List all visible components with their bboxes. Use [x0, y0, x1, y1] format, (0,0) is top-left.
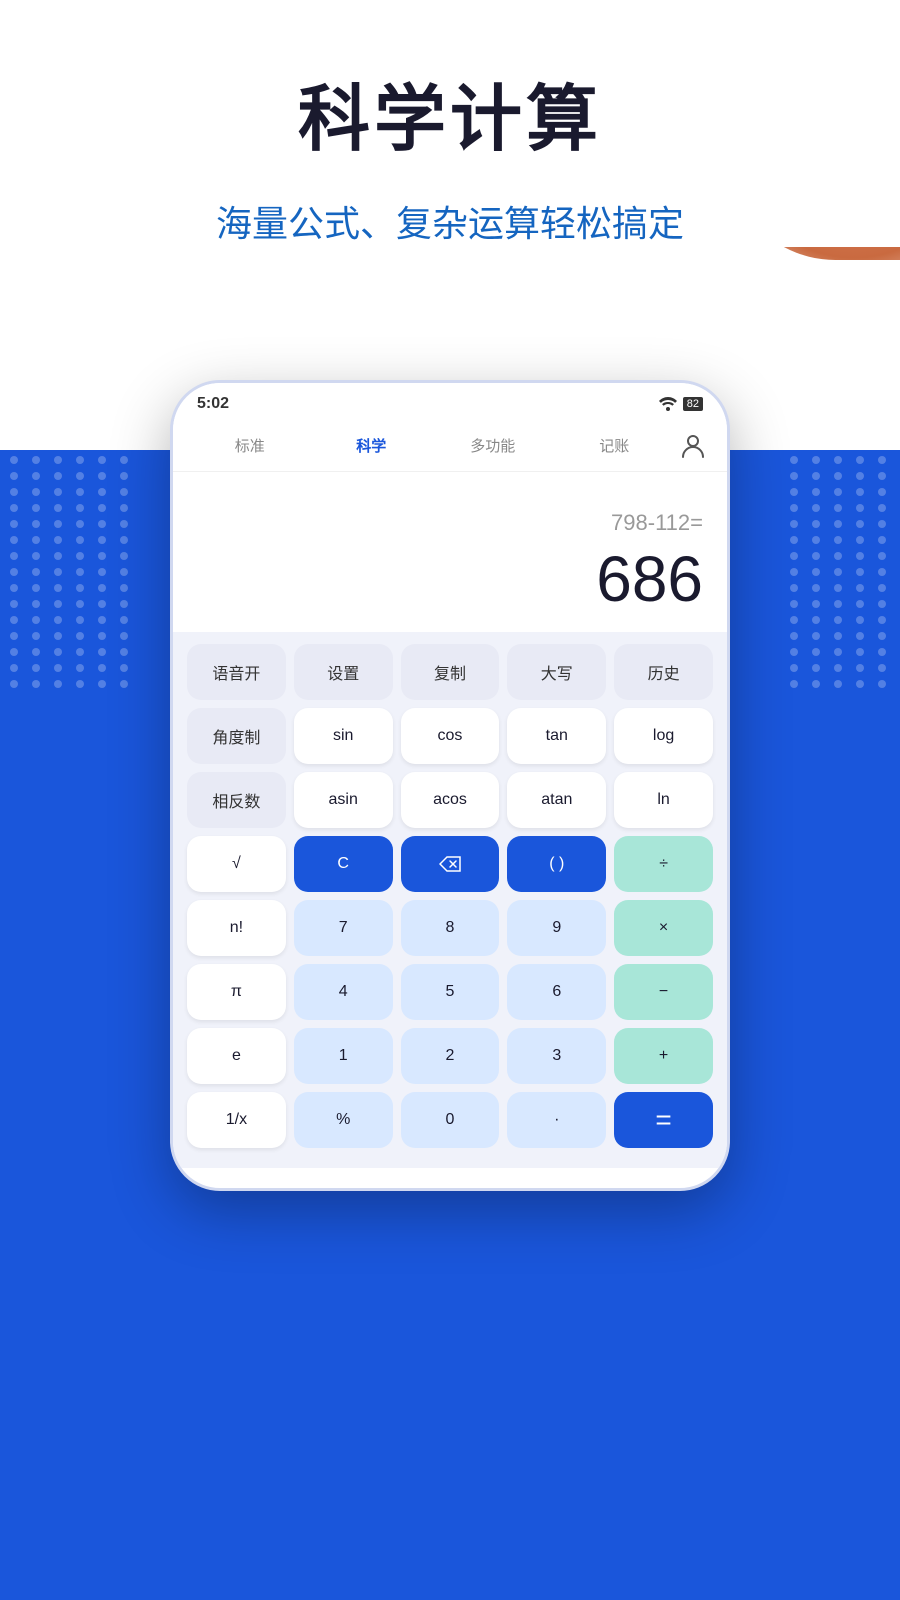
btn-7[interactable]: 7	[294, 900, 393, 956]
display-expression: 798-112=	[611, 510, 703, 536]
btn-reciprocal[interactable]: 1/x	[187, 1092, 286, 1148]
btn-divide[interactable]: ÷	[614, 836, 713, 892]
calculator-buttons: 语音开 设置 复制 大写 历史 角度制 sin cos tan log 相反数 …	[173, 632, 727, 1168]
btn-percent[interactable]: %	[294, 1092, 393, 1148]
btn-9[interactable]: 9	[507, 900, 606, 956]
display-area: 798-112= 686	[173, 472, 727, 632]
btn-negate[interactable]: 相反数	[187, 772, 286, 828]
profile-icon	[679, 431, 707, 459]
status-bar: 5:02 82	[173, 383, 727, 419]
main-title: 科学计算	[0, 60, 900, 165]
btn-log[interactable]: log	[614, 708, 713, 764]
phone-frame: 5:02 82 标准 科学 多功能 记账	[170, 380, 730, 1191]
btn-ln[interactable]: ln	[614, 772, 713, 828]
tab-standard[interactable]: 标准	[189, 429, 311, 462]
btn-angle[interactable]: 角度制	[187, 708, 286, 764]
btn-acos[interactable]: acos	[401, 772, 500, 828]
btn-1[interactable]: 1	[294, 1028, 393, 1084]
btn-8[interactable]: 8	[401, 900, 500, 956]
btn-subtract[interactable]: −	[614, 964, 713, 1020]
sub-title: 海量公式、复杂运算轻松搞定	[0, 195, 900, 247]
button-row-1: 语音开 设置 复制 大写 历史	[187, 644, 713, 700]
btn-0[interactable]: 0	[401, 1092, 500, 1148]
phone-mockup: 5:02 82 标准 科学 多功能 记账	[170, 380, 730, 1191]
status-icons: 82	[659, 397, 703, 411]
btn-2[interactable]: 2	[401, 1028, 500, 1084]
btn-e[interactable]: e	[187, 1028, 286, 1084]
status-time: 5:02	[197, 395, 229, 413]
tab-science[interactable]: 科学	[311, 429, 433, 462]
btn-history[interactable]: 历史	[614, 644, 713, 700]
button-row-2: 角度制 sin cos tan log	[187, 708, 713, 764]
profile-button[interactable]	[675, 427, 711, 463]
btn-multiply[interactable]: ×	[614, 900, 713, 956]
btn-3[interactable]: 3	[507, 1028, 606, 1084]
tab-multifunction[interactable]: 多功能	[432, 429, 554, 462]
btn-uppercase[interactable]: 大写	[507, 644, 606, 700]
btn-sqrt[interactable]: √	[187, 836, 286, 892]
btn-tan[interactable]: tan	[507, 708, 606, 764]
top-section: 科学计算 海量公式、复杂运算轻松搞定	[0, 0, 900, 247]
btn-voice[interactable]: 语音开	[187, 644, 286, 700]
button-row-4: √ C ( ) ÷	[187, 836, 713, 892]
button-row-3: 相反数 asin acos atan ln	[187, 772, 713, 828]
btn-decimal[interactable]: ·	[507, 1092, 606, 1148]
btn-clear[interactable]: C	[294, 836, 393, 892]
btn-backspace[interactable]	[401, 836, 500, 892]
button-row-6: π 4 5 6 −	[187, 964, 713, 1020]
btn-atan[interactable]: atan	[507, 772, 606, 828]
btn-cos[interactable]: cos	[401, 708, 500, 764]
btn-pi[interactable]: π	[187, 964, 286, 1020]
backspace-icon	[439, 856, 461, 872]
btn-equals[interactable]: =	[614, 1092, 713, 1148]
button-row-8: 1/x % 0 · =	[187, 1092, 713, 1148]
tab-bar: 标准 科学 多功能 记账	[173, 419, 727, 472]
btn-parens[interactable]: ( )	[507, 836, 606, 892]
btn-add[interactable]: +	[614, 1028, 713, 1084]
btn-4[interactable]: 4	[294, 964, 393, 1020]
btn-6[interactable]: 6	[507, 964, 606, 1020]
wifi-icon	[659, 397, 677, 411]
battery-icon: 82	[683, 397, 703, 411]
btn-5[interactable]: 5	[401, 964, 500, 1020]
btn-copy[interactable]: 复制	[401, 644, 500, 700]
btn-asin[interactable]: asin	[294, 772, 393, 828]
tab-accounting[interactable]: 记账	[554, 429, 676, 462]
btn-settings[interactable]: 设置	[294, 644, 393, 700]
btn-factorial[interactable]: n!	[187, 900, 286, 956]
display-result: 686	[596, 542, 703, 616]
button-row-7: e 1 2 3 +	[187, 1028, 713, 1084]
button-row-5: n! 7 8 9 ×	[187, 900, 713, 956]
btn-sin[interactable]: sin	[294, 708, 393, 764]
